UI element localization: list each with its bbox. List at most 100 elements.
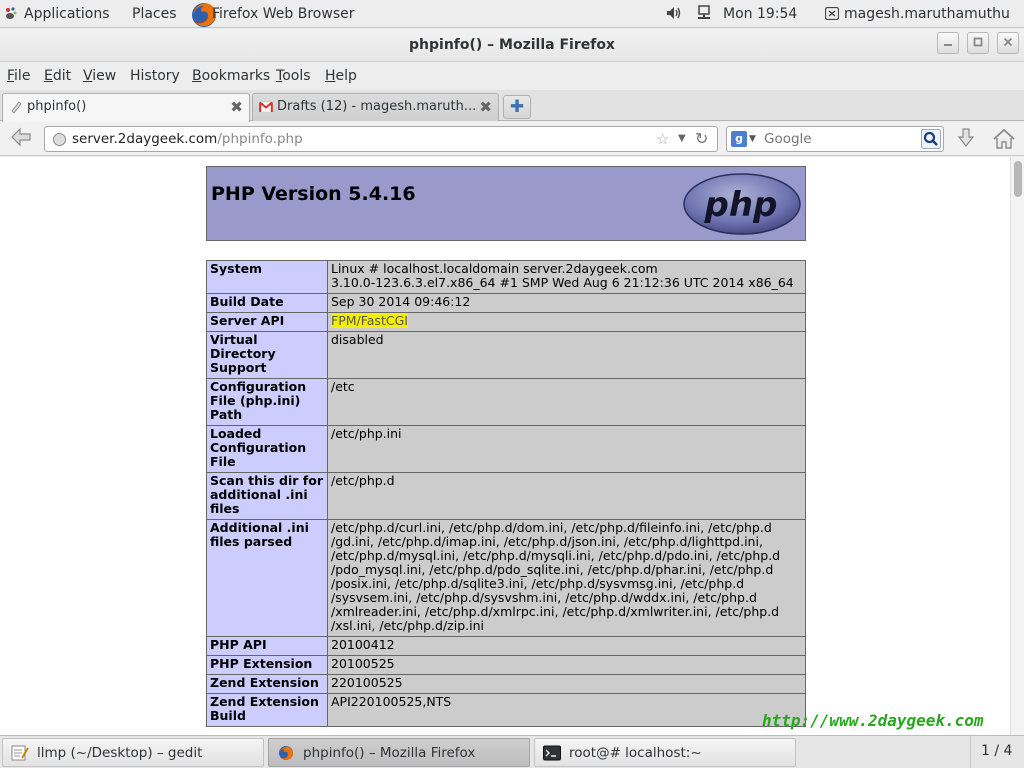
info-value-cell: Linux # localhost.localdomain server.2da…: [327, 260, 806, 294]
menu-help[interactable]: Help: [325, 63, 357, 89]
info-value: 20100525: [331, 656, 395, 671]
search-engine-dropdown-icon[interactable]: ▼: [749, 127, 756, 151]
tab-close-icon[interactable]: ✖: [479, 94, 492, 120]
menu-mnemonic: E: [44, 68, 53, 84]
magnifier-icon[interactable]: [921, 129, 941, 149]
menu-label: iew: [92, 68, 117, 84]
search-bar[interactable]: g ▼: [726, 126, 944, 152]
info-key: Zend Extension Build: [206, 693, 328, 727]
menu-file[interactable]: File: [7, 63, 30, 89]
menu-tools[interactable]: Tools: [276, 63, 311, 89]
search-input[interactable]: [764, 129, 914, 149]
user-name: magesh.maruthamuthu: [844, 6, 1010, 22]
tab-bar: phpinfo() ✖ Drafts (12) - magesh.maruth.…: [0, 90, 1024, 122]
menu-label: History: [130, 68, 180, 84]
tab-label: Drafts (12) - magesh.maruth...: [277, 99, 477, 114]
maximize-icon: [973, 37, 983, 47]
menu-history[interactable]: History: [130, 63, 180, 89]
info-value: /etc: [331, 379, 355, 394]
minimize-icon: [944, 44, 952, 46]
info-row: Loaded Configuration File/etc/php.ini: [206, 425, 806, 473]
window-title: phpinfo() – Mozilla Firefox: [409, 37, 615, 53]
maximize-button[interactable]: [967, 32, 989, 54]
clock[interactable]: Mon 19:54: [723, 0, 797, 28]
menu-mnemonic: B: [192, 68, 202, 84]
menu-mnemonic: F: [7, 68, 15, 84]
tab-gmail-drafts[interactable]: Drafts (12) - magesh.maruth... ✖: [252, 93, 499, 121]
tab-phpinfo[interactable]: phpinfo() ✖: [2, 93, 250, 122]
info-row: Zend Extension 220100525: [206, 674, 806, 694]
history-dropdown-icon[interactable]: ▼: [678, 127, 686, 151]
places-menu[interactable]: Places: [132, 0, 177, 28]
info-value: 20100412: [331, 637, 395, 652]
window-titlebar[interactable]: phpinfo() – Mozilla Firefox: [0, 29, 1024, 62]
info-value-cell: /etc: [327, 378, 806, 426]
volume-indicator[interactable]: [666, 0, 682, 28]
info-key: PHP Extension: [206, 655, 328, 675]
workspace-switcher[interactable]: 1 / 4: [970, 736, 1024, 768]
task-label: llmp (~/Desktop) – gedit: [37, 745, 203, 761]
task-firefox[interactable]: phpinfo() – Mozilla Firefox: [268, 738, 530, 767]
new-tab-button[interactable]: ✚: [503, 95, 531, 119]
plus-icon: ✚: [509, 97, 525, 117]
window-list-taskbar: llmp (~/Desktop) – gedit phpinfo() – Moz…: [0, 735, 1024, 768]
task-label: root@# localhost:~: [569, 745, 702, 761]
home-button[interactable]: [990, 126, 1018, 152]
minimize-button[interactable]: [937, 32, 959, 54]
php-logo: php: [683, 173, 801, 235]
menu-mnemonic: V: [83, 68, 93, 84]
info-key: System: [206, 260, 328, 294]
menubar: File Edit View History Bookmarks Tools H…: [0, 63, 1024, 89]
info-key: Additional .ini files parsed: [206, 519, 328, 637]
url-path: /phpinfo.php: [217, 131, 303, 147]
back-button[interactable]: [6, 127, 36, 151]
menu-bookmarks[interactable]: Bookmarks: [192, 63, 270, 89]
menu-view[interactable]: View: [83, 63, 116, 89]
menu-edit[interactable]: Edit: [44, 63, 71, 89]
close-icon: [1003, 37, 1013, 47]
info-row: Additional .ini files parsed/etc/php.d/c…: [206, 519, 806, 637]
info-row: Scan this dir for additional .ini files /…: [206, 472, 806, 520]
info-key: Zend Extension: [206, 674, 328, 694]
php-version-header: PHP Version 5.4.16 php: [206, 166, 806, 241]
network-indicator[interactable]: [697, 0, 711, 28]
close-window-button[interactable]: [997, 32, 1019, 54]
applications-menu[interactable]: Applications: [4, 0, 110, 28]
user-menu[interactable]: magesh.maruthamuthu: [825, 0, 1010, 28]
page-icon: [11, 101, 22, 114]
firefox-icon: [279, 746, 293, 760]
info-key: Virtual Directory Support: [206, 331, 328, 379]
active-app-menu[interactable]: Firefox Web Browser: [190, 0, 355, 28]
info-key: PHP API: [206, 636, 328, 656]
task-gedit[interactable]: llmp (~/Desktop) – gedit: [2, 738, 264, 767]
info-value-cell: Sep 30 2014 09:46:12: [327, 293, 806, 313]
google-icon[interactable]: g: [731, 131, 747, 147]
gedit-icon: [11, 745, 29, 761]
download-arrow-icon: [957, 128, 975, 147]
volume-icon: [667, 7, 681, 19]
task-label: phpinfo() – Mozilla Firefox: [303, 745, 476, 761]
gmail-icon: [259, 101, 273, 113]
site-identity-icon[interactable]: [53, 133, 66, 146]
menu-label: elp: [335, 68, 357, 84]
url-bar[interactable]: server.2daygeek.com/phpinfo.php ☆ ▼ ↻: [44, 126, 718, 152]
info-value: API220100525,NTS: [331, 694, 452, 709]
menu-label: dit: [52, 68, 72, 84]
info-value-cell: FPM/FastCGI: [327, 312, 806, 332]
places-label: Places: [132, 6, 177, 22]
scrollbar-thumb[interactable]: [1014, 161, 1022, 197]
user-status-icon: [825, 7, 839, 20]
task-terminal[interactable]: root@# localhost:~: [534, 738, 796, 767]
tab-close-icon[interactable]: ✖: [230, 94, 243, 120]
page-viewport[interactable]: PHP Version 5.4.16 php System Linux # loc…: [0, 157, 1024, 735]
terminal-icon: [543, 745, 561, 761]
bookmark-star-icon[interactable]: ☆: [656, 127, 669, 151]
downloads-button[interactable]: [952, 127, 980, 151]
info-row: System Linux # localhost.localdomain serv…: [206, 260, 806, 294]
menu-label: ile: [14, 68, 31, 84]
info-value: disabled: [331, 332, 384, 347]
reload-icon[interactable]: ↻: [695, 127, 708, 151]
navigation-toolbar: server.2daygeek.com/phpinfo.php ☆ ▼ ↻ g …: [0, 122, 1024, 156]
url-text[interactable]: server.2daygeek.com/phpinfo.php: [72, 127, 303, 151]
vertical-scrollbar[interactable]: [1010, 157, 1024, 735]
